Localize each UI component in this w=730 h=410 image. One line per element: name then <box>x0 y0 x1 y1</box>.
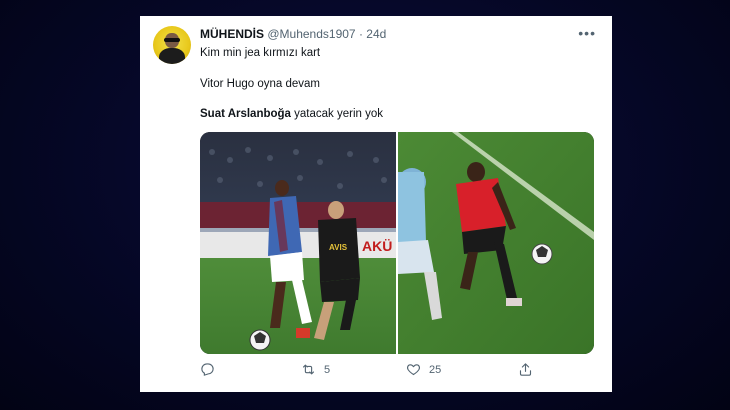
media-photo-left[interactable]: AKÜ AVIS <box>200 132 396 354</box>
share-icon <box>519 363 532 376</box>
tweet-text-line-1: Kim min jea kırmızı kart <box>200 47 321 59</box>
tweet-actions: 5 25 <box>200 362 594 382</box>
tweet-time[interactable]: 24d <box>366 27 386 41</box>
separator: · <box>358 27 363 41</box>
tweet-text-line-2: Vitor Hugo oyna devam <box>200 78 320 90</box>
svg-text:AVIS: AVIS <box>329 243 348 252</box>
like-button[interactable]: 25 <box>406 362 441 377</box>
media-photo-right[interactable] <box>398 132 594 354</box>
share-button[interactable] <box>518 362 541 377</box>
tweet-card[interactable]: MÜHENDİS @Muhends1907 · 24d ••• Kim min … <box>140 16 612 392</box>
tweet-text-rest: yatacak yerin yok <box>290 108 383 120</box>
reply-button[interactable] <box>200 362 223 377</box>
more-icon[interactable]: ••• <box>578 25 596 41</box>
football-photo-right-icon <box>398 132 594 354</box>
football-photo-left-icon: AKÜ AVIS <box>200 132 396 354</box>
like-count: 25 <box>429 363 442 376</box>
author-name[interactable]: MÜHENDİS <box>200 27 264 41</box>
author-handle[interactable]: @Muhends1907 <box>267 27 355 41</box>
tweet-text-line-3: Suat Arslanboğa yatacak yerin yok <box>200 108 383 120</box>
ad-board-text: AKÜ <box>362 238 392 254</box>
reply-icon <box>201 363 214 376</box>
retweet-count: 5 <box>324 363 331 376</box>
heart-icon <box>407 364 420 376</box>
tweet-media[interactable]: AKÜ AVIS <box>200 132 594 354</box>
tweet-header: MÜHENDİS @Muhends1907 · 24d <box>200 27 386 41</box>
mention-name: Suat Arslanboğa <box>200 108 291 120</box>
retweet-button[interactable]: 5 <box>301 362 330 377</box>
avatar[interactable] <box>153 26 191 64</box>
retweet-icon <box>302 364 315 375</box>
